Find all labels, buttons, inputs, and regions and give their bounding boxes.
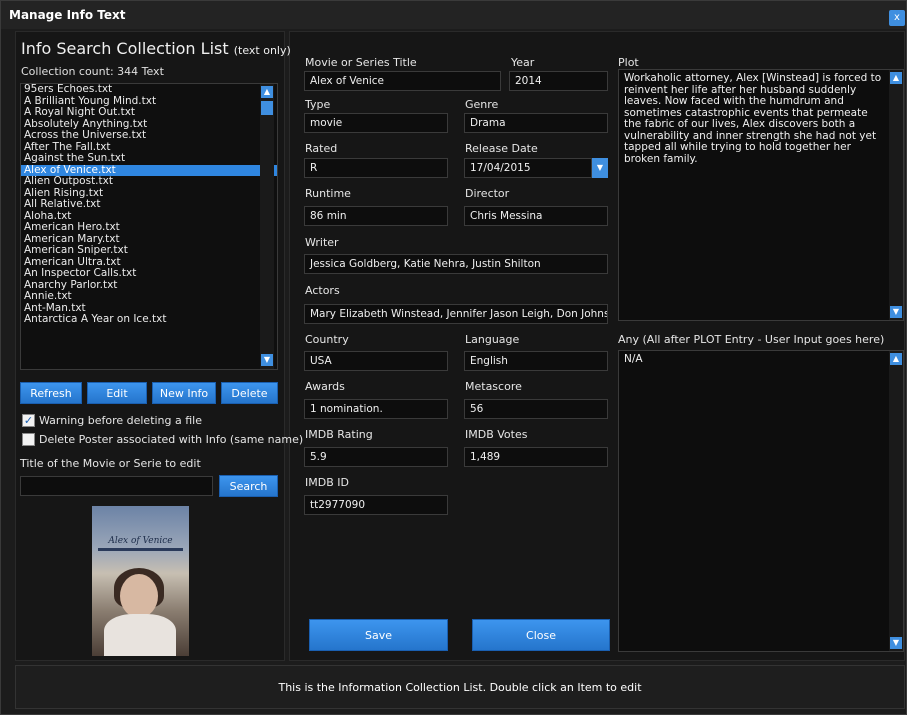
delete-button[interactable]: Delete — [221, 382, 278, 404]
writer-label: Writer — [305, 236, 339, 249]
list-item[interactable]: American Sniper.txt — [21, 244, 277, 257]
collection-count: Collection count: 344 Text — [21, 65, 164, 78]
any-label: Any (All after PLOT Entry - User Input g… — [618, 333, 885, 346]
delete-poster-checkbox[interactable] — [22, 433, 35, 446]
language-label: Language — [465, 333, 520, 346]
genre-label: Genre — [465, 98, 499, 111]
scroll-up-icon[interactable]: ▲ — [890, 72, 902, 84]
list-item[interactable]: Across the Universe.txt — [21, 129, 277, 142]
country-label: Country — [305, 333, 349, 346]
year-field[interactable]: 2014 — [509, 71, 608, 91]
window-title: Manage Info Text — [9, 8, 126, 22]
list-title-suffix: (text only) — [233, 44, 291, 57]
rated-field[interactable]: R — [304, 158, 448, 178]
list-item[interactable]: Antarctica A Year on Ice.txt — [21, 313, 277, 326]
file-listbox[interactable]: 95ers Echoes.txt A Brilliant Young Mind.t… — [20, 83, 278, 370]
any-scrollbar[interactable]: ▲ ▼ — [889, 351, 903, 651]
title-field[interactable]: Alex of Venice — [304, 71, 501, 91]
poster-caption: Alex of Venice — [108, 536, 173, 546]
list-item[interactable]: Alien Outpost.txt — [21, 175, 277, 188]
metascore-field[interactable]: 56 — [464, 399, 608, 419]
imdb-rating-label: IMDB Rating — [305, 428, 373, 441]
year-label: Year — [511, 56, 535, 69]
search-input[interactable] — [20, 476, 213, 496]
genre-field[interactable]: Drama — [464, 113, 608, 133]
imdb-rating-field[interactable]: 5.9 — [304, 447, 448, 467]
scroll-down-icon[interactable]: ▼ — [261, 354, 273, 366]
language-field[interactable]: English — [464, 351, 608, 371]
scroll-thumb[interactable] — [261, 101, 273, 115]
poster-face — [120, 574, 158, 618]
list-item[interactable]: An Inspector Calls.txt — [21, 267, 277, 280]
release-date-label: Release Date — [465, 142, 538, 155]
delete-poster-label: Delete Poster associated with Info (same… — [39, 433, 304, 446]
imdb-id-label: IMDB ID — [305, 476, 349, 489]
list-item[interactable]: 95ers Echoes.txt — [21, 84, 277, 96]
movie-poster-image: Alex of Venice — [92, 506, 189, 656]
imdb-votes-field[interactable]: 1,489 — [464, 447, 608, 467]
scroll-down-icon[interactable]: ▼ — [890, 306, 902, 318]
list-item[interactable]: American Hero.txt — [21, 221, 277, 234]
awards-label: Awards — [305, 380, 345, 393]
rated-label: Rated — [305, 142, 338, 155]
type-field[interactable]: movie — [304, 113, 448, 133]
any-textarea[interactable]: N/A — [618, 350, 904, 652]
edit-button[interactable]: Edit — [87, 382, 147, 404]
imdb-id-field[interactable]: tt2977090 — [304, 495, 448, 515]
warning-checkbox[interactable]: ✓ — [22, 414, 35, 427]
imdb-votes-label: IMDB Votes — [465, 428, 528, 441]
manage-info-window: Manage Info Text x Info Search Collectio… — [0, 0, 907, 715]
refresh-button[interactable]: Refresh — [20, 382, 82, 404]
list-scrollbar[interactable]: ▲ ▼ — [260, 84, 274, 369]
search-button[interactable]: Search — [219, 475, 278, 497]
chevron-down-icon[interactable]: ▼ — [592, 158, 608, 178]
metascore-label: Metascore — [465, 380, 522, 393]
scroll-down-icon[interactable]: ▼ — [890, 637, 902, 649]
save-button[interactable]: Save — [309, 619, 448, 651]
runtime-field[interactable]: 86 min — [304, 206, 448, 226]
list-item[interactable]: A Royal Night Out.txt — [21, 106, 277, 119]
list-item[interactable]: Annie.txt — [21, 290, 277, 303]
list-title: Info Search Collection List (text only) — [21, 39, 291, 58]
status-bar: This is the Information Collection List.… — [15, 665, 905, 709]
writer-field[interactable]: Jessica Goldberg, Katie Nehra, Justin Sh… — [304, 254, 608, 274]
poster-title-band — [98, 548, 183, 551]
scroll-up-icon[interactable]: ▲ — [890, 353, 902, 365]
runtime-label: Runtime — [305, 187, 351, 200]
close-window-button[interactable]: x — [889, 10, 905, 26]
plot-scrollbar[interactable]: ▲ ▼ — [889, 70, 903, 320]
actors-field[interactable]: Mary Elizabeth Winstead, Jennifer Jason … — [304, 304, 608, 324]
scroll-up-icon[interactable]: ▲ — [261, 86, 273, 98]
list-title-text: Info Search Collection List — [21, 39, 229, 58]
close-button[interactable]: Close — [472, 619, 610, 651]
country-field[interactable]: USA — [304, 351, 448, 371]
search-label: Title of the Movie or Serie to edit — [20, 457, 201, 470]
plot-label: Plot — [618, 56, 639, 69]
list-item[interactable]: All Relative.txt — [21, 198, 277, 211]
plot-textarea[interactable]: Workaholic attorney, Alex [Winstead] is … — [618, 69, 904, 321]
new-info-button[interactable]: New Info — [152, 382, 216, 404]
title-label: Movie or Series Title — [305, 56, 417, 69]
title-bar: Manage Info Text x — [1, 1, 906, 29]
awards-field[interactable]: 1 nomination. — [304, 399, 448, 419]
list-item[interactable]: Against the Sun.txt — [21, 152, 277, 165]
warning-label: Warning before deleting a file — [39, 414, 203, 427]
release-date-field[interactable]: 17/04/2015 — [464, 158, 592, 178]
director-field[interactable]: Chris Messina — [464, 206, 608, 226]
poster-shoulders — [104, 614, 176, 656]
director-label: Director — [465, 187, 510, 200]
type-label: Type — [305, 98, 331, 111]
actors-label: Actors — [305, 284, 340, 297]
